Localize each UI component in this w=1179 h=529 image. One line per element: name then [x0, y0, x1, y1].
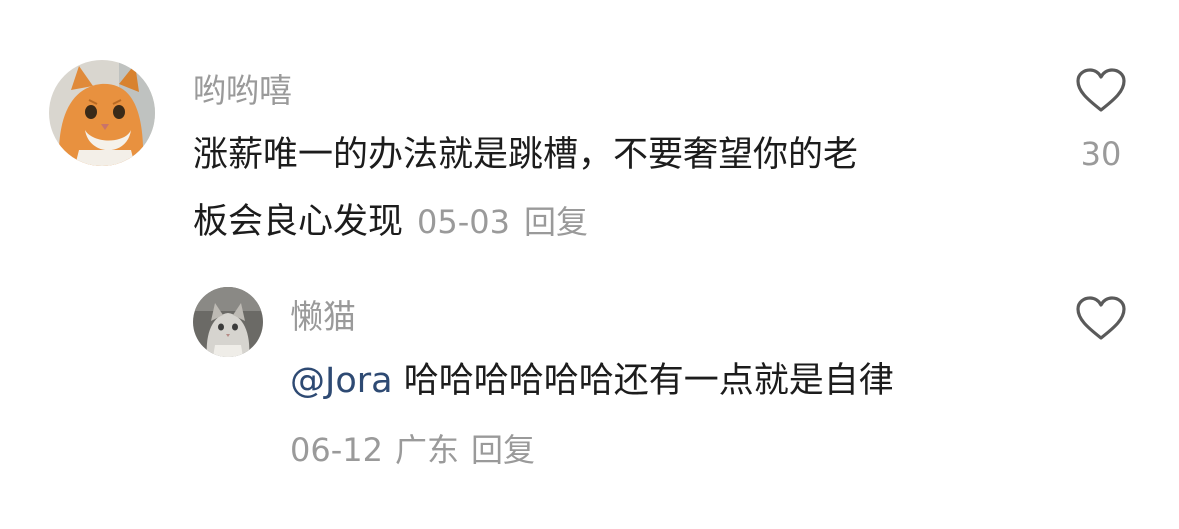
like-count: 30	[1080, 135, 1122, 173]
reply-date: 06-12	[290, 431, 383, 469]
comment-text: 涨薪唯一的办法就是跳槽，不要奢望你的老 板会良心发现 05-03 回复	[193, 122, 858, 256]
reply-button[interactable]: 回复	[471, 431, 535, 469]
avatar[interactable]	[193, 287, 263, 357]
comment-text-line2-row: 板会良心发现 05-03 回复	[193, 189, 858, 256]
reply-text: @Jora 哈哈哈哈哈哈还有一点就是自律	[290, 348, 894, 415]
avatar[interactable]	[49, 60, 155, 166]
reply-location: 广东	[394, 431, 459, 469]
reply-text-body: 哈哈哈哈哈哈还有一点就是自律	[403, 361, 894, 401]
comment-date: 05-03	[417, 203, 510, 241]
reply-button[interactable]: 回复	[524, 203, 588, 241]
reply-username[interactable]: 懒猫	[290, 300, 356, 333]
mention-link[interactable]: @Jora	[290, 361, 393, 401]
orange-cat-avatar	[49, 60, 155, 166]
comment-meta: 05-03 回复	[403, 203, 588, 241]
comment-text-line2: 板会良心发现	[193, 202, 404, 242]
heart-outline-icon[interactable]	[1075, 295, 1127, 341]
comment-username[interactable]: 哟哟嘻	[193, 74, 292, 107]
heart-outline-icon[interactable]	[1075, 67, 1127, 113]
grey-cat-avatar	[193, 287, 263, 357]
comment-text-line1: 涨薪唯一的办法就是跳槽，不要奢望你的老	[193, 135, 859, 175]
reply-meta: 06-12 广东 回复	[290, 434, 535, 466]
